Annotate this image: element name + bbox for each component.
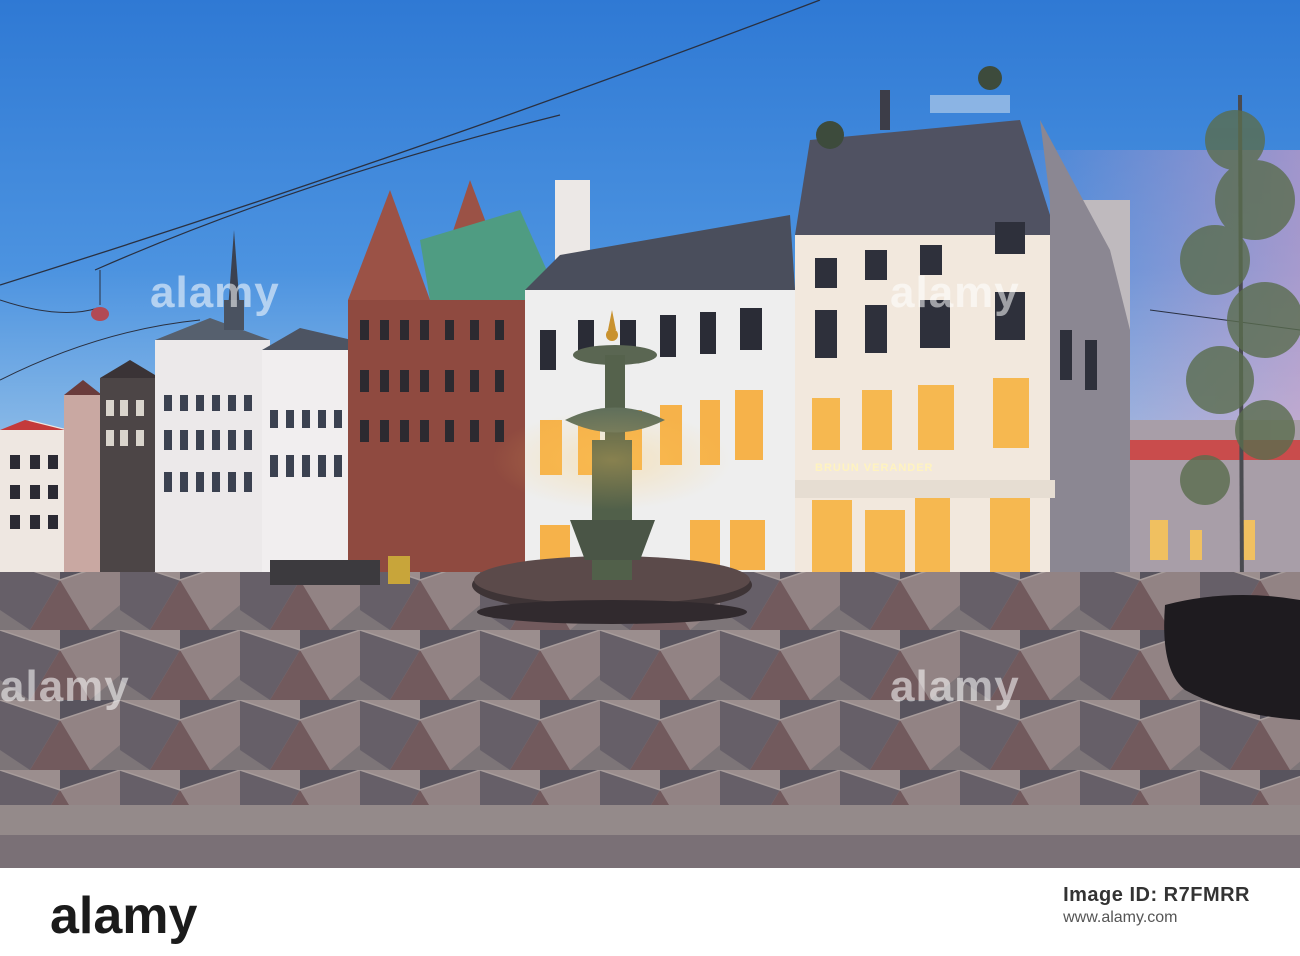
- photo-frame: alamy alamy alamy alamy BRUUN VERANDER a…: [0, 0, 1300, 956]
- city-square-photo: [0, 0, 1300, 868]
- footer-info: Image ID: R7FMRR www.alamy.com: [1063, 882, 1250, 927]
- watermark-text-1: alamy: [150, 268, 280, 317]
- image-id: Image ID: R7FMRR: [1063, 884, 1250, 906]
- watermark-text-4: alamy: [890, 662, 1020, 711]
- footer-url: www.alamy.com: [1063, 909, 1178, 926]
- footer-logo: alamy: [50, 887, 198, 945]
- watermark-text-3: alamy: [0, 662, 130, 711]
- store-sign: BRUUN VERANDER: [815, 462, 934, 474]
- watermark-text-2: alamy: [890, 268, 1020, 317]
- footer-bar: alamy Image ID: R7FMRR www.alamy.com: [0, 868, 1300, 956]
